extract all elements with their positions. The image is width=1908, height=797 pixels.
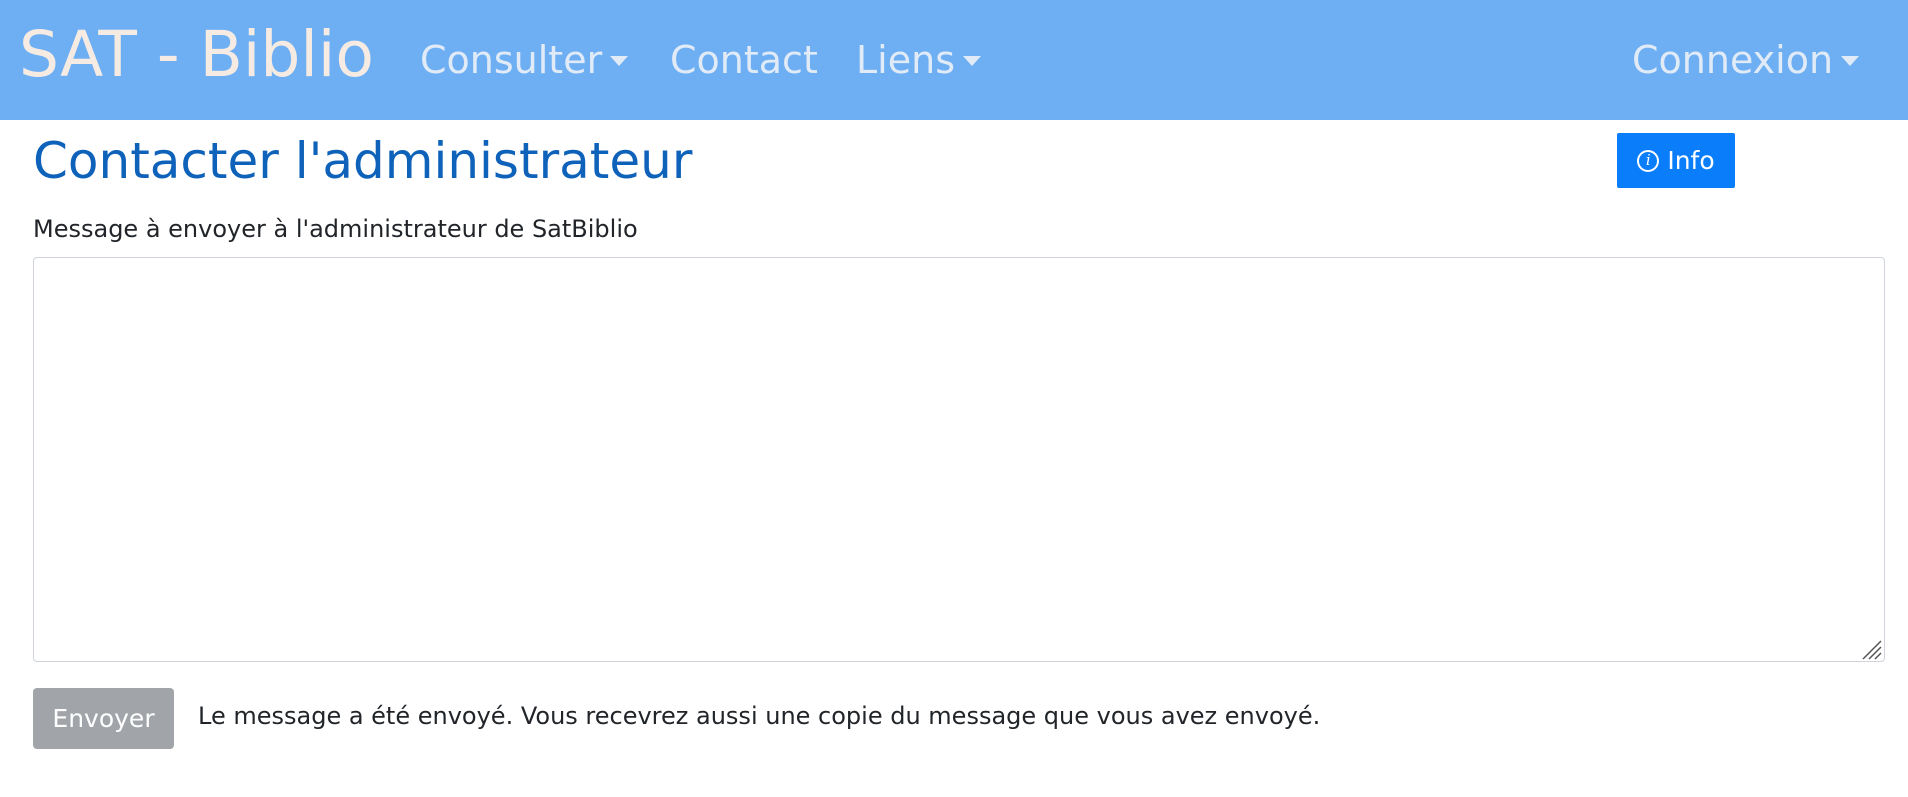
page-title: Contacter l'administrateur: [33, 132, 693, 190]
status-message: Le message a été envoyé. Vous recevrez a…: [198, 702, 1321, 730]
nav-liens-dropdown[interactable]: Liens: [856, 36, 981, 84]
nav-contact-link[interactable]: Contact: [670, 36, 818, 84]
nav-contact-label: Contact: [670, 38, 818, 82]
info-circle-icon: i: [1637, 149, 1660, 172]
chevron-down-icon: [610, 56, 629, 66]
info-button-label: Info: [1667, 146, 1715, 175]
send-button[interactable]: Envoyer: [33, 688, 174, 749]
nav-liens-label: Liens: [856, 38, 955, 82]
navbar: SAT - Biblio Consulter Contact Liens Con…: [0, 0, 1908, 120]
resize-handle-icon[interactable]: [1860, 638, 1882, 660]
nav-connexion-dropdown[interactable]: Connexion: [1632, 36, 1860, 84]
brand-link[interactable]: SAT - Biblio: [19, 18, 374, 92]
nav-connexion-label: Connexion: [1632, 38, 1834, 82]
message-textarea[interactable]: [33, 257, 1885, 662]
info-button[interactable]: i Info: [1617, 133, 1735, 188]
nav-consulter-dropdown[interactable]: Consulter: [420, 36, 629, 84]
message-label: Message à envoyer à l'administrateur de …: [33, 215, 638, 243]
chevron-down-icon: [1841, 56, 1860, 66]
nav-consulter-label: Consulter: [420, 38, 603, 82]
chevron-down-icon: [963, 56, 981, 66]
